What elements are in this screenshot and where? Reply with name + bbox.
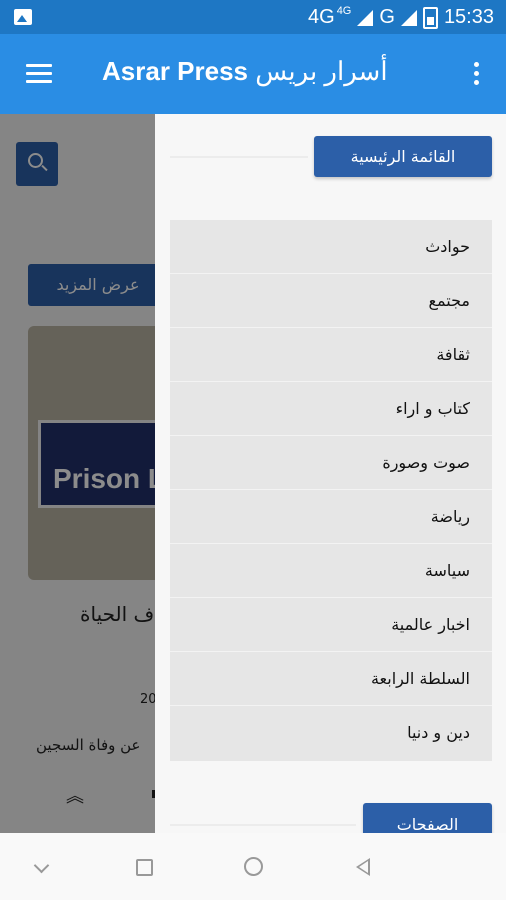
section-divider: [170, 156, 308, 158]
menu-item-culture[interactable]: ثقافة: [170, 328, 492, 382]
app-title-ar: أسرار بريس: [255, 56, 388, 86]
app-title: Asrar Press أسرار بريس: [102, 56, 388, 87]
battery-icon: [422, 6, 438, 29]
network-type-label: 4G: [308, 6, 335, 28]
hamburger-menu-icon[interactable]: [26, 64, 52, 84]
nav-back-icon[interactable]: [356, 858, 370, 876]
main-menu-button[interactable]: القائمة الرئيسية: [314, 136, 492, 177]
signal-icon: [357, 9, 374, 26]
nav-recents-icon[interactable]: [136, 859, 153, 876]
menu-item-society[interactable]: مجتمع: [170, 274, 492, 328]
menu-item-politics[interactable]: سياسة: [170, 544, 492, 598]
menu-item-sports[interactable]: رياضة: [170, 490, 492, 544]
menu-item-religion[interactable]: دين و دنيا: [170, 706, 492, 760]
section-divider: [170, 824, 356, 826]
image-icon: [14, 9, 32, 25]
nav-collapse-icon[interactable]: [33, 857, 50, 874]
menu-item-fourth-estate[interactable]: السلطة الرابعة: [170, 652, 492, 706]
menu-item-opinions[interactable]: كتاب و اراء: [170, 382, 492, 436]
menu-list: حوادث مجتمع ثقافة كتاب و اراء صوت وصورة …: [170, 220, 492, 761]
menu-item-accidents[interactable]: حوادث: [170, 220, 492, 274]
more-vert-icon[interactable]: [474, 62, 480, 89]
pages-button[interactable]: الصفحات: [363, 803, 492, 833]
nav-home-icon[interactable]: [244, 857, 263, 876]
menu-item-world-news[interactable]: اخبار عالمية: [170, 598, 492, 652]
system-nav-bar: [0, 833, 506, 900]
app-bar: Asrar Press أسرار بريس: [0, 34, 506, 114]
app-title-en: Asrar Press: [102, 56, 248, 86]
navigation-drawer: القائمة الرئيسية حوادث مجتمع ثقافة كتاب …: [155, 114, 506, 833]
network-sub-label: 4G: [336, 4, 352, 17]
status-bar: 4G 4G G 15:33: [0, 0, 506, 34]
clock: 15:33: [443, 6, 494, 28]
signal-icon-2: [400, 9, 417, 26]
network-type-label-2: G: [379, 6, 395, 28]
menu-item-audio-video[interactable]: صوت وصورة: [170, 436, 492, 490]
